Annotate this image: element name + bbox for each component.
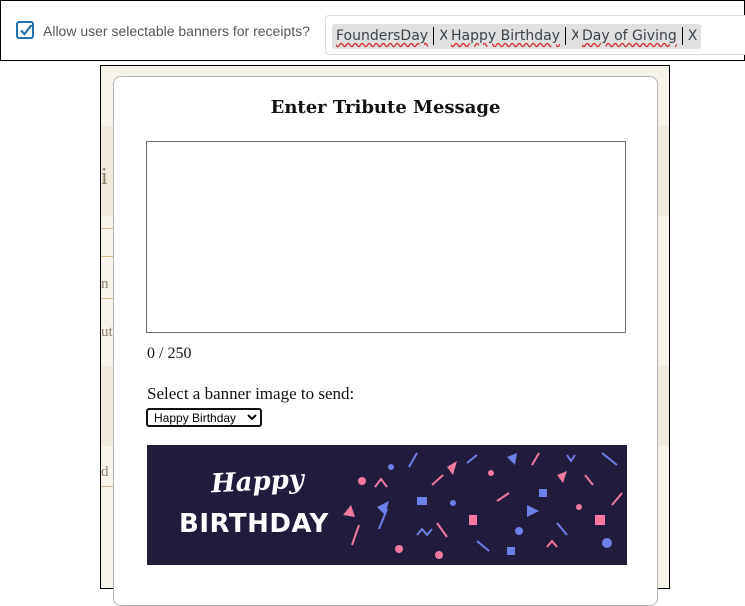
banner-select-label: Select a banner image to send: — [147, 384, 355, 403]
tag-label: Day of Giving — [582, 28, 677, 44]
modal-title: Enter Tribute Message — [270, 97, 501, 118]
banner-settings-bar: Allow user selectable banners for receip… — [0, 0, 745, 61]
confetti-pattern — [343, 452, 623, 559]
banner-preview-image: Happy BIRTHDAY — [147, 445, 627, 565]
tribute-modal: Enter Tribute Message 0 / 250 Select a b… — [113, 76, 658, 606]
char-counter: 0 / 250 — [147, 345, 192, 362]
tag-item: FoundersDay X — [332, 24, 453, 49]
tribute-message-input[interactable] — [146, 141, 626, 333]
background-text: d — [101, 464, 109, 480]
background-text: i — [101, 164, 108, 190]
tag-item: Day of Giving X — [578, 24, 702, 49]
allow-banners-checkbox[interactable] — [16, 21, 34, 39]
tag-label: FoundersDay — [336, 28, 429, 44]
allow-banners-label: Allow user selectable banners for receip… — [43, 23, 310, 39]
tag-label: Happy Birthday — [451, 28, 560, 44]
banner-select[interactable]: Happy Birthday — [146, 408, 262, 427]
tag-item: Happy Birthday X — [447, 24, 585, 49]
banner-tag-field[interactable]: FoundersDay X Happy Birthday X Day of Givi… — [325, 15, 745, 55]
tag-remove-button[interactable]: X — [688, 28, 698, 44]
background-text: ut — [101, 324, 113, 340]
checkmark-icon — [20, 24, 33, 36]
background-text: n — [101, 276, 109, 292]
